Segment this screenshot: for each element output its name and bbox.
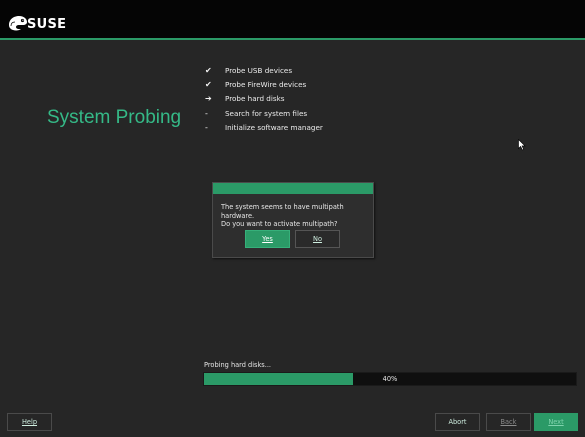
step-label: Probe USB devices [225,65,293,75]
dialog-titlebar [213,183,373,194]
help-button-label: Help [21,418,38,426]
suse-logo: SUSE [7,9,66,31]
abort-button-label: Abort [448,418,467,426]
step-probe-hard-disks: ➔ Probe hard disks [205,92,323,106]
abort-button[interactable]: Abort [435,413,480,431]
step-probe-firewire: ✔ Probe FireWire devices [205,77,323,91]
probe-step-list: ✔ Probe USB devices ✔ Probe FireWire dev… [205,63,323,135]
step-label: Probe hard disks [225,94,285,104]
step-label: Probe FireWire devices [225,80,307,90]
progress-percent: 40% [382,375,398,383]
dash-icon: - [205,108,208,118]
progress-label: Probing hard disks... [204,361,272,369]
chameleon-icon [9,16,27,31]
dialog-message: The system seems to have multipath hardw… [221,203,371,229]
yes-button[interactable]: Yes [245,230,290,248]
arrow-right-icon: ➔ [205,94,212,104]
no-button[interactable]: No [295,230,340,248]
checkmark-icon: ✔ [205,65,212,75]
step-probe-usb: ✔ Probe USB devices [205,63,323,77]
back-button-label: Back [500,418,517,426]
next-button-label: Next [548,418,564,426]
progress-bar: 40% [203,372,577,386]
next-button[interactable]: Next [534,413,578,431]
top-bar: SUSE [0,0,585,40]
mouse-pointer-icon [518,139,526,151]
page-title: System Probing [47,107,182,128]
yes-button-label: Yes [262,235,273,243]
no-button-label: No [313,235,322,243]
checkmark-icon: ✔ [205,80,212,90]
step-label: Initialize software manager [225,123,323,133]
dash-icon: - [205,123,208,133]
logo-text: SUSE [27,17,67,32]
help-button[interactable]: Help [7,413,52,431]
dialog-message-line-1: The system seems to have multipath hardw… [221,203,344,220]
step-label: Search for system files [225,108,308,118]
multipath-dialog: The system seems to have multipath hardw… [212,182,374,258]
back-button[interactable]: Back [486,413,531,431]
dialog-message-line-2: Do you want to activate multipath? [221,220,338,229]
step-initialize-software-manager: - Initialize software manager [205,121,323,135]
step-search-system-files: - Search for system files [205,106,323,120]
